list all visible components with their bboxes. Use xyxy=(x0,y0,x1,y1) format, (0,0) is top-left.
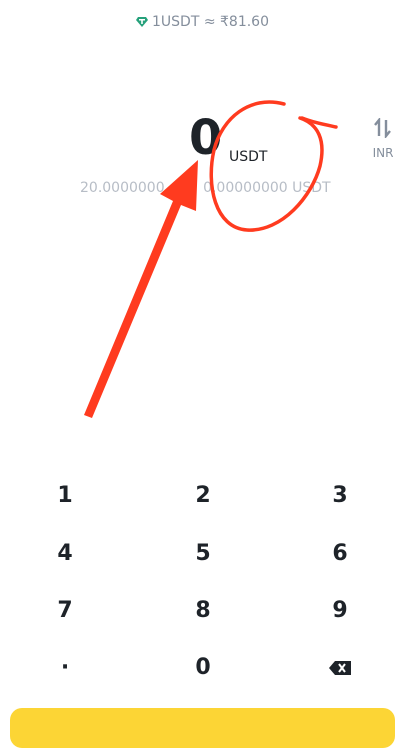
exchange-rate: 1USDT ≈ ₹81.60 xyxy=(0,14,405,32)
currency-swap-button[interactable]: INR xyxy=(366,116,400,160)
swap-icon xyxy=(374,116,392,142)
min-limit: 20.0000000 xyxy=(80,180,165,196)
key-5[interactable]: 5 xyxy=(163,530,243,578)
backspace-key[interactable] xyxy=(300,644,380,692)
key-2[interactable]: 2 xyxy=(163,472,243,520)
key-8[interactable]: 8 xyxy=(163,587,243,635)
key-3[interactable]: 3 xyxy=(300,472,380,520)
key-6[interactable]: 6 xyxy=(300,530,380,578)
key-1[interactable]: 1 xyxy=(25,472,105,520)
tether-icon xyxy=(136,16,148,32)
key-4[interactable]: 4 xyxy=(25,530,105,578)
amount-limits: 20.0000000 0.00000000 USDT xyxy=(80,180,331,196)
red-squiggle-annotation xyxy=(300,116,338,129)
red-circle-annotation xyxy=(209,100,324,232)
key-0[interactable]: 0 xyxy=(163,644,243,692)
confirm-button[interactable] xyxy=(10,708,395,748)
key-9[interactable]: 9 xyxy=(300,587,380,635)
key-decimal[interactable]: · xyxy=(25,644,105,692)
key-7[interactable]: 7 xyxy=(25,587,105,635)
amount-display: 0 xyxy=(189,110,223,166)
max-limit: 0.00000000 USDT xyxy=(203,180,331,196)
amount-unit: USDT xyxy=(229,149,268,165)
exchange-rate-text: 1USDT ≈ ₹81.60 xyxy=(152,14,269,30)
swap-currency-label: INR xyxy=(372,146,394,160)
red-arrow-annotation xyxy=(84,160,198,418)
backspace-icon xyxy=(329,655,351,680)
